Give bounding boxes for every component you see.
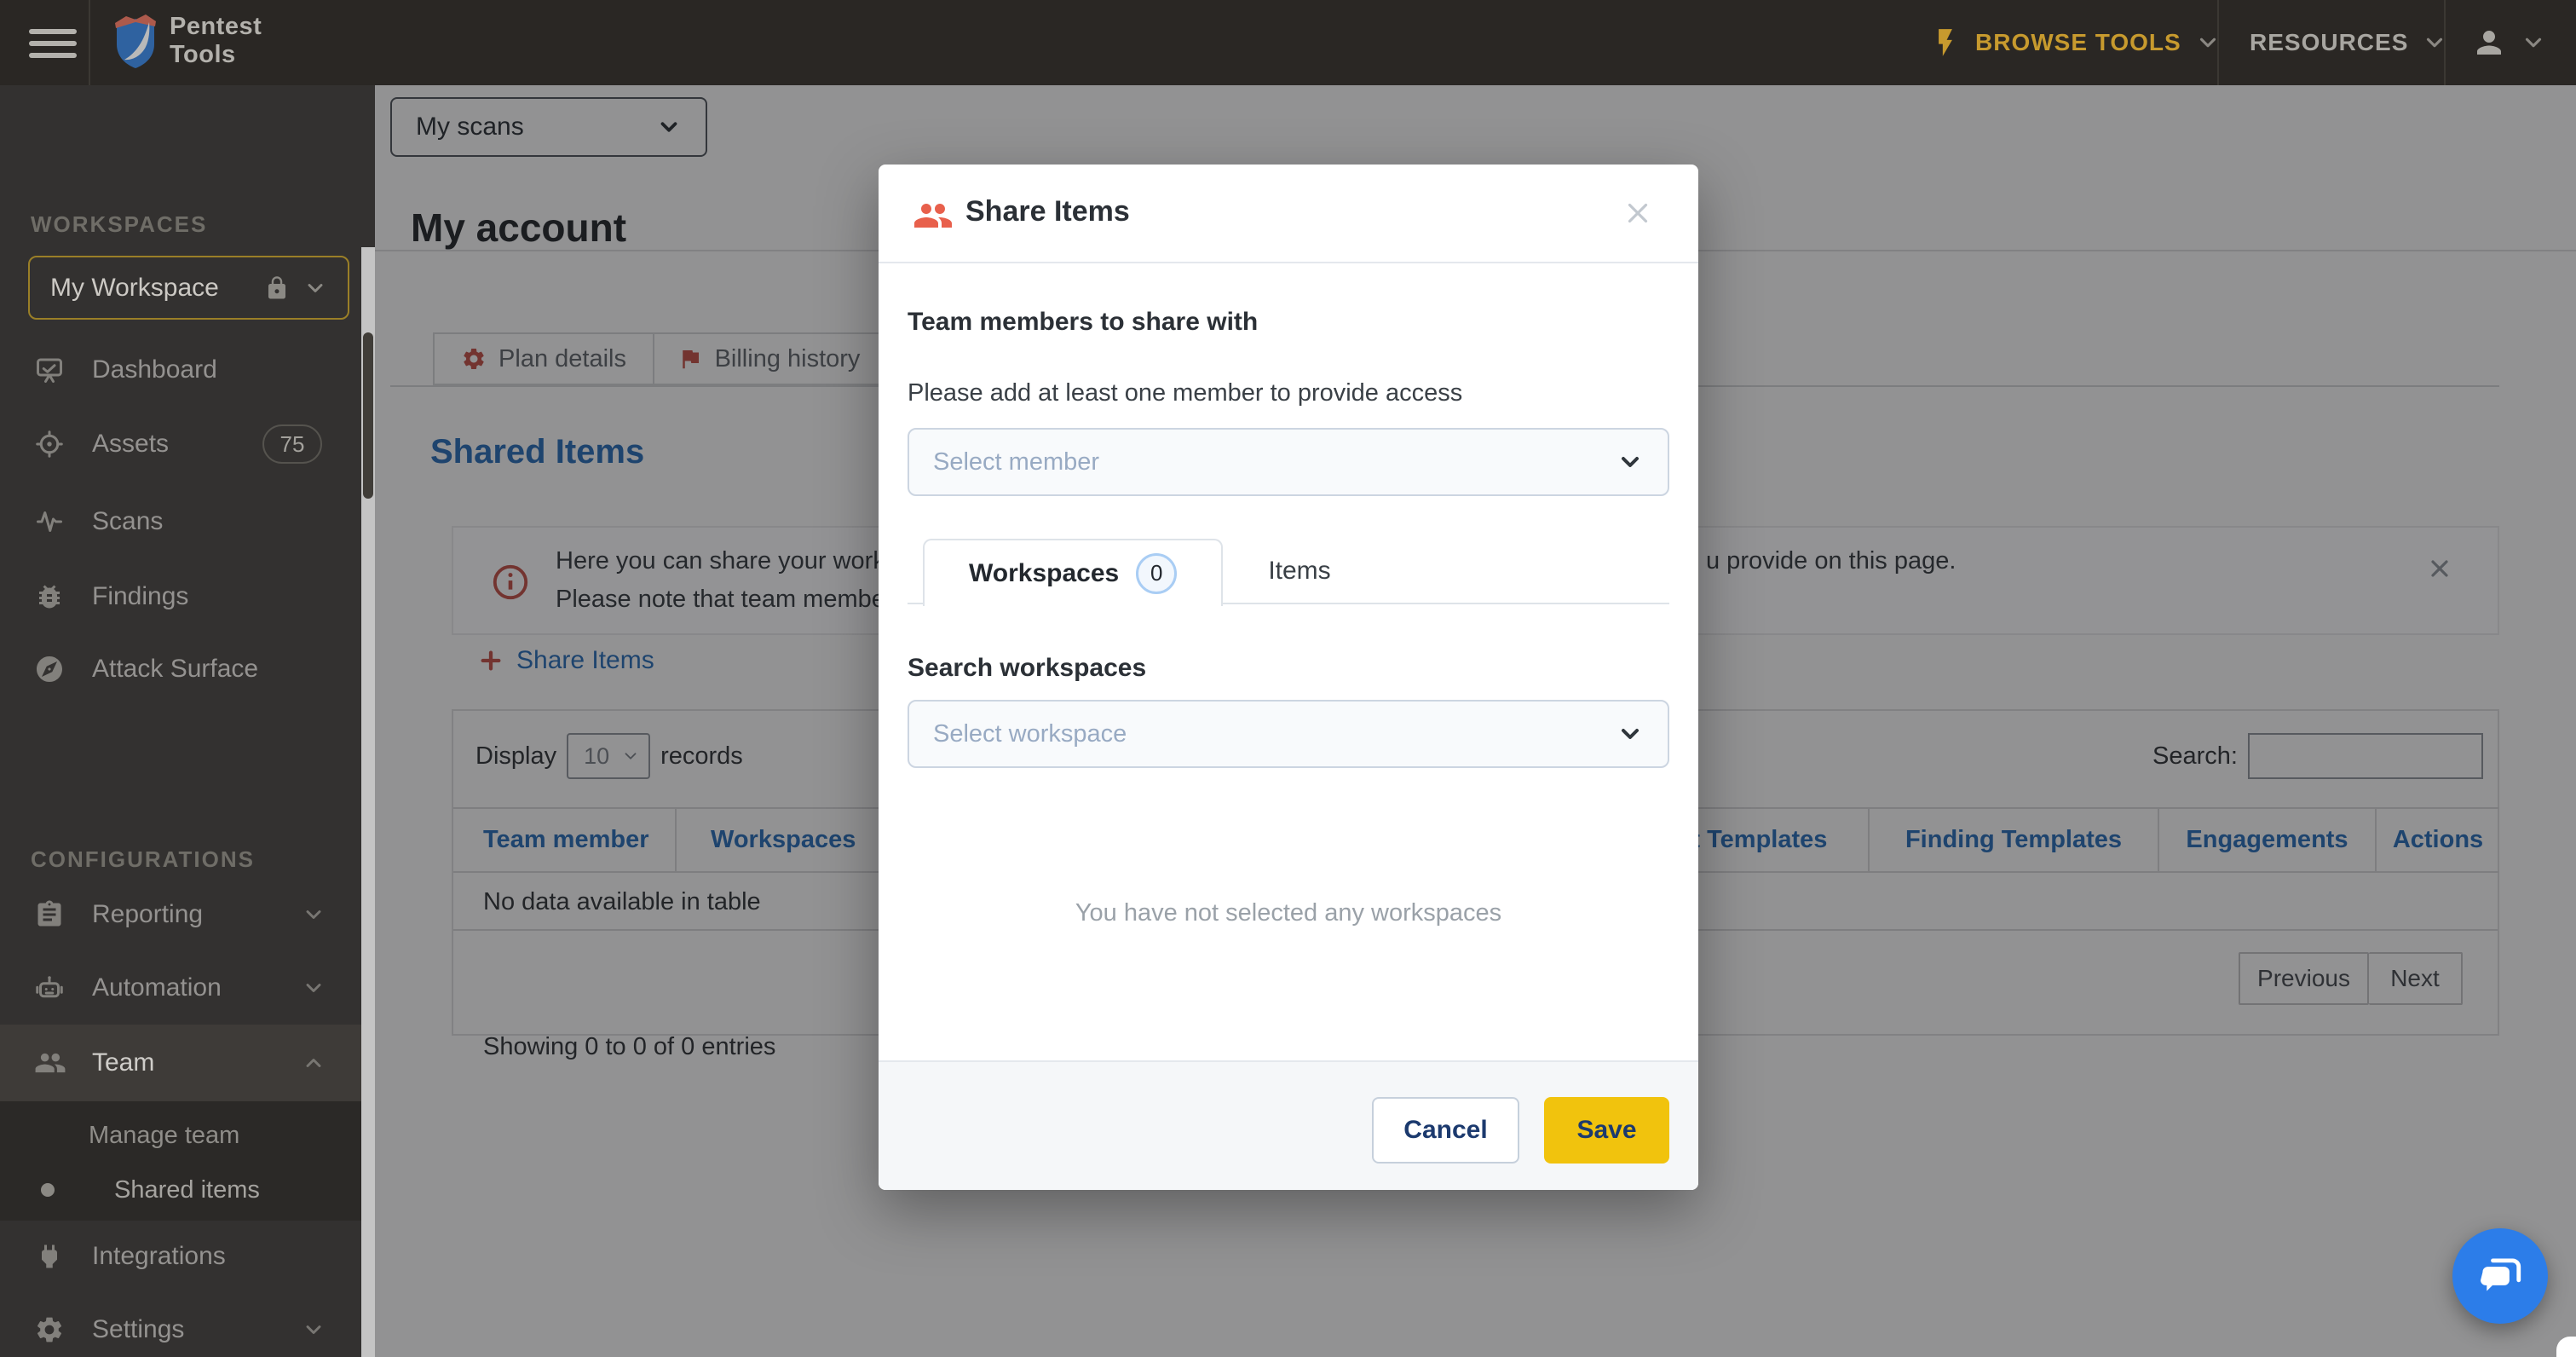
browse-tools-label: BROWSE TOOLS [1975, 29, 2181, 56]
modal-header: Share Items [879, 165, 1698, 262]
sidebar-item-label: Manage team [89, 1122, 239, 1150]
modal-title: Share Items [965, 195, 1130, 228]
sidebar-item-label: Assets [92, 430, 169, 459]
sidebar-item-label: Team [92, 1048, 154, 1077]
save-button[interactable]: Save [1544, 1097, 1669, 1164]
search-workspaces-label: Search workspaces [908, 654, 1146, 683]
sidebar-item-settings[interactable]: Settings [0, 1296, 361, 1357]
chevron-up-icon [302, 1051, 326, 1075]
sidebar-item-label: Findings [92, 582, 188, 611]
user-icon [2471, 25, 2507, 61]
workspace-name: My Workspace [50, 274, 219, 303]
cancel-button[interactable]: Cancel [1372, 1097, 1519, 1164]
tab-label: Workspaces [969, 559, 1119, 588]
app-root: WORKSPACES My Workspace Dashboard Assets… [0, 0, 2576, 1357]
sidebar-item-label: Dashboard [92, 355, 217, 384]
workspace-select-placeholder: Select workspace [933, 720, 1127, 748]
sidebar-item-label: Shared items [114, 1176, 260, 1204]
workspace-selector[interactable]: My Workspace [28, 256, 349, 320]
workspace-select[interactable]: Select workspace [908, 700, 1669, 768]
members-hint: Please add at least one member to provid… [908, 379, 1462, 407]
members-section-label: Team members to share with [908, 308, 1258, 337]
sidebar-item-team[interactable]: Team [0, 1025, 361, 1101]
sidebar-item-label: Integrations [92, 1242, 226, 1271]
active-bullet-icon [41, 1183, 55, 1197]
sidebar-item-findings[interactable]: Findings [0, 563, 361, 631]
navbar-divider [2217, 0, 2219, 85]
chevron-down-icon [302, 903, 326, 927]
browse-tools-menu[interactable]: BROWSE TOOLS [1929, 0, 2221, 85]
chevron-down-icon [302, 1318, 326, 1342]
logo-text: Pentest Tools [170, 13, 262, 69]
workspaces-count-badge: 0 [1136, 553, 1177, 594]
bug-icon [34, 581, 66, 612]
sidebar-item-attack-surface[interactable]: Attack Surface [0, 635, 361, 703]
sidebar-item-scans[interactable]: Scans [0, 488, 361, 556]
plug-icon [34, 1241, 66, 1272]
sidebar-item-dashboard[interactable]: Dashboard [0, 336, 361, 404]
waveform-icon [34, 506, 66, 537]
sidebar-item-label: Settings [92, 1315, 184, 1344]
chat-launcher-button[interactable] [2452, 1228, 2548, 1324]
modal-close-icon[interactable] [1622, 197, 1654, 229]
sidebar-scrollbar-thumb[interactable] [363, 332, 373, 499]
chevron-down-icon [1616, 720, 1644, 748]
lightning-icon [1929, 23, 1962, 62]
sidebar-item-label: Reporting [92, 900, 203, 929]
member-select[interactable]: Select member [908, 428, 1669, 496]
assets-count-badge: 75 [262, 424, 322, 464]
sidebar-item-reporting[interactable]: Reporting [0, 881, 361, 949]
chevron-down-icon [2521, 30, 2546, 55]
chevron-down-icon [1616, 448, 1644, 476]
hamburger-menu-icon[interactable] [29, 29, 77, 58]
modal-tab-workspaces[interactable]: Workspaces 0 [923, 539, 1223, 606]
workspaces-section-label: WORKSPACES [31, 211, 207, 238]
navbar-divider [2444, 0, 2446, 85]
resources-label: RESOURCES [2250, 29, 2408, 56]
team-icon [34, 1047, 66, 1079]
modal-footer: Cancel Save [879, 1060, 1698, 1190]
sidebar-item-label: Attack Surface [92, 655, 258, 684]
chat-icon [2475, 1251, 2525, 1301]
sidebar-item-assets[interactable]: Assets 75 [0, 410, 361, 478]
navbar-divider [89, 0, 90, 85]
pentest-tools-logo[interactable]: Pentest Tools [113, 12, 262, 70]
account-menu[interactable] [2471, 0, 2546, 85]
chevron-down-icon [303, 276, 327, 300]
member-select-placeholder: Select member [933, 448, 1099, 476]
clipboard-icon [34, 899, 66, 930]
chevron-down-icon [302, 976, 326, 1000]
sidebar-item-label: Automation [92, 973, 222, 1002]
sidebar-item-shared-items[interactable]: Shared items [0, 1156, 361, 1224]
resources-menu[interactable]: RESOURCES [2250, 0, 2447, 85]
target-icon [34, 429, 66, 459]
configurations-section-label: CONFIGURATIONS [31, 846, 255, 873]
sidebar-item-automation[interactable]: Automation [0, 954, 361, 1022]
share-items-modal: Share Items Team members to share with P… [879, 165, 1698, 1190]
logo-shield-icon [113, 12, 158, 70]
sidebar-item-label: Scans [92, 507, 163, 536]
robot-icon [34, 973, 66, 1003]
lock-icon [264, 275, 290, 301]
compass-icon [34, 654, 66, 684]
sidebar-item-integrations[interactable]: Integrations [0, 1222, 361, 1291]
no-workspaces-message: You have not selected any workspaces [879, 899, 1698, 927]
modal-divider [879, 262, 1698, 263]
sidebar: WORKSPACES My Workspace Dashboard Assets… [0, 85, 375, 1357]
dashboard-icon [34, 355, 66, 385]
modal-tab-items[interactable]: Items [1223, 539, 1376, 603]
sidebar-scrollbar[interactable] [361, 247, 375, 1357]
people-group-icon [913, 195, 954, 236]
gear-icon [34, 1314, 66, 1345]
top-navbar: Pentest Tools BROWSE TOOLS RESOURCES [0, 0, 2576, 85]
